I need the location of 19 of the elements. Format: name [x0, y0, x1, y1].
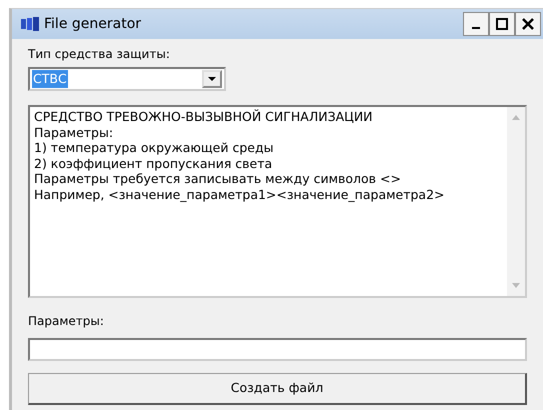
description-line: СРЕДСТВО ТРЕВОЖНО-ВЫЗЫВНОЙ СИГНАЛИЗАЦИИ: [34, 109, 374, 124]
window-title: File generator: [44, 14, 142, 34]
field-label: Тип средства защиты:: [28, 46, 171, 63]
maximize-button[interactable]: [489, 12, 515, 36]
close-icon: [522, 18, 534, 30]
minimize-button[interactable]: [463, 12, 489, 36]
description-line: 2) коэффициент пропускания света: [34, 156, 274, 171]
description-line: Параметры требуется записывать между символов <>: [34, 171, 402, 186]
app-icon: [20, 16, 40, 32]
selected-value: СТВС: [32, 70, 68, 88]
minimize-icon: [472, 27, 480, 29]
close-button[interactable]: [515, 12, 541, 36]
maximize-icon: [496, 18, 508, 30]
field-label: Параметры:: [28, 313, 105, 330]
description-line: Параметры:: [34, 124, 114, 140]
parameters-input[interactable]: [28, 338, 527, 361]
description-line: Например, <значение_параметра1><значение_параметра2>: [34, 186, 446, 202]
create-file-button[interactable]: Создать файл: [28, 373, 527, 405]
description-line: 1) температура окружающей среды: [34, 140, 274, 156]
